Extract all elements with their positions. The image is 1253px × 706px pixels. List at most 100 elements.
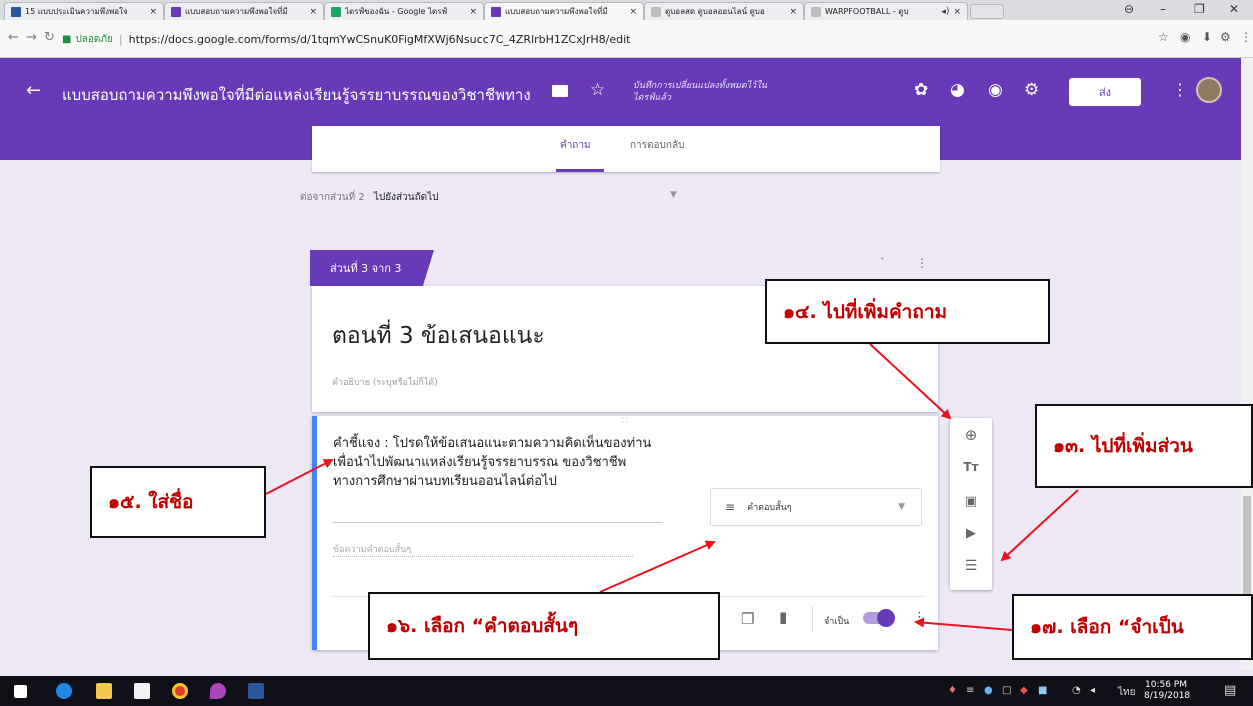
annotation-15: ๑๕. ใส่ชื่อ [90,466,266,538]
notifications-icon[interactable]: ▤ [1224,683,1236,698]
add-question-icon[interactable]: ⊕ [950,426,992,444]
section-title[interactable]: ตอนที่ 3 ข้อเสนอแนะ [332,318,545,354]
after-section-navigation[interactable]: ต่อจากส่วนที่ 2 ไปยังส่วนถัดไป [300,190,439,205]
trash-icon[interactable]: ▮ [779,608,787,626]
question-title-underline [333,522,663,523]
profile-icon[interactable]: ⊖ [1124,2,1134,16]
form-title[interactable]: แบบสอบถามความพึงพอใจที่มีต่อแหล่งเรียนรู… [62,83,531,107]
tray-app-icon[interactable]: □ [1002,685,1011,696]
folder-icon[interactable] [552,85,568,97]
more-vert-icon[interactable]: ⋮ [1172,80,1188,99]
browser-tab[interactable]: ไดรฟ์ของฉัน - Google ไดรฟ์ × [324,2,484,20]
tray-volume-icon[interactable]: ◂ [1090,685,1095,696]
after-section-label: ต่อจากส่วนที่ 2 [300,192,365,203]
maximize-icon[interactable]: ❐ [1194,2,1205,16]
tray-network-icon[interactable]: ≡ [966,685,974,696]
browser-tab[interactable]: WARPFOOTBALL - ดูบ ◂) × [804,2,968,20]
question-type-select[interactable]: ≡ คำตอบสั้นๆ ▼ [710,488,922,526]
bookmark-star-icon[interactable]: ☆ [1158,30,1169,44]
required-toggle[interactable] [863,609,895,627]
taskbar-clock[interactable]: 10:56 PM 8/19/2018 [1144,680,1191,702]
store-icon[interactable] [134,683,150,699]
close-icon[interactable]: × [789,7,797,17]
word-icon[interactable] [248,683,264,699]
minimize-icon[interactable]: – [1160,2,1166,16]
active-tab-indicator [556,169,604,172]
clock-date: 8/19/2018 [1144,691,1191,701]
url-text: https://docs.google.com/forms/d/1tqmYwCS… [128,32,631,46]
download-icon[interactable]: ⬇ [1202,30,1212,44]
close-icon[interactable]: × [149,7,157,17]
tray-app-icon[interactable]: ◆ [1020,685,1028,696]
input-language[interactable]: ไทย [1118,685,1135,700]
dropdown-caret-icon[interactable]: ▼ [670,190,677,200]
add-video-icon[interactable]: ▶ [950,526,992,541]
browser-tab-bar: 15 แบบประเมินความพึงพอใจ × แบบสอบถามความ… [0,0,1253,20]
url-separator: | [118,32,123,46]
chrome-icon[interactable] [172,683,188,699]
browser-tab[interactable]: ดูบอลสด ดูบอลออนไลน์ ดูบอ × [644,2,804,20]
send-button[interactable]: ส่ง [1069,78,1141,106]
reload-icon[interactable]: ↻ [44,30,55,45]
close-icon[interactable]: × [309,7,317,17]
tab-questions[interactable]: คำถาม [560,138,591,153]
toggle-knob [877,609,895,627]
browser-tab[interactable]: แบบสอบถามความพึงพอใจที่มี × [164,2,324,20]
windows-taskbar: ♦ ≡ ● □ ◆ ■ ◔ ◂ ไทย 10:56 PM 8/19/2018 ▤ [0,676,1253,706]
save-status: บันทึกการเปลี่ยนแปลงทั้งหมดไว้ในไดรฟ์แล้… [633,81,767,103]
collapse-section-icon[interactable]: ˇ [880,258,885,268]
tray-app-icon[interactable]: ■ [1038,685,1047,696]
extension-gear-icon[interactable]: ⚙ [1220,30,1231,44]
url-input[interactable]: ■ ปลอดภัย | https://docs.google.com/form… [62,27,1142,51]
tab-label: WARPFOOTBALL - ดูบ [825,7,909,16]
preview-eye-icon[interactable]: ◉ [988,80,1003,100]
star-icon[interactable]: ☆ [590,80,605,100]
file-explorer-icon[interactable] [96,683,112,699]
extension-icon[interactable]: ◉ [1180,30,1190,44]
secure-label: ปลอดภัย [75,33,113,45]
arrow-13 [1000,489,1079,562]
avatar[interactable] [1196,77,1222,103]
answer-placeholder: ข้อความคำตอบสั้นๆ [333,545,412,555]
required-label: จำเป็น [824,617,850,627]
browser-tab-active[interactable]: แบบสอบถามความพึงพอใจที่มี × [484,2,644,20]
section-badge: ส่วนที่ 3 จาก 3 [310,250,434,286]
close-icon[interactable]: × [629,7,637,17]
close-icon[interactable]: × [953,7,961,17]
back-arrow-icon[interactable]: ← [26,80,41,101]
tray-wifi-icon[interactable]: ◔ [1072,685,1081,696]
forms-icon [171,6,181,17]
question-title[interactable]: คำชี้แจง : โปรดให้ข้อเสนอแนะตามความคิดเห… [333,434,667,491]
after-section-value: ไปยังส่วนถัดไป [373,192,439,203]
chrome-menu-icon[interactable]: ⋮ [1240,30,1252,44]
duplicate-icon[interactable]: ❐ [741,610,754,628]
tab-responses[interactable]: การตอบกลับ [630,138,684,153]
palette-icon[interactable]: ◕ [950,80,965,100]
footer-separator [812,606,813,632]
browser-tab[interactable]: 15 แบบประเมินความพึงพอใจ × [4,2,164,20]
section-description[interactable]: คำอธิบาย (ระบุหรือไม่ก็ได้) [332,375,438,389]
close-window-icon[interactable]: ✕ [1229,2,1239,16]
close-icon[interactable]: × [469,7,477,17]
audio-icon: ◂) [941,6,950,17]
new-tab-button[interactable] [970,4,1004,19]
add-title-icon[interactable]: Tᴛ [950,460,992,474]
add-section-icon[interactable]: ☰ [950,558,992,574]
short-text-icon: ≡ [725,500,736,514]
maps-pin-icon[interactable] [210,683,226,699]
drag-handle-icon[interactable]: ∷ [622,416,629,426]
clock-time: 10:56 PM [1145,680,1187,690]
tray-bluetooth-icon[interactable]: ● [984,685,993,696]
tray-icons[interactable]: ♦ [948,685,957,696]
windows-start-icon[interactable] [14,685,27,698]
back-icon[interactable]: ← [8,30,19,45]
section-more-icon[interactable]: ⋮ [916,256,928,270]
settings-gear-icon[interactable]: ⚙ [1024,80,1039,100]
question-more-icon[interactable]: ⋮ [913,610,926,625]
edge-icon[interactable] [56,683,72,699]
tab-label: แบบสอบถามความพึงพอใจที่มี [185,7,288,16]
addons-puzzle-icon[interactable]: ✿ [914,80,928,100]
google-drive-icon [331,6,341,17]
forward-icon[interactable]: → [26,30,37,45]
add-image-icon[interactable]: ▣ [950,494,992,509]
